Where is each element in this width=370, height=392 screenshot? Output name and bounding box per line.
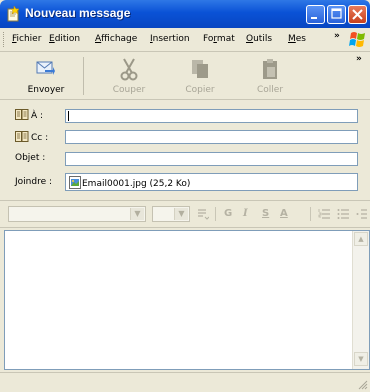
scroll-down-button[interactable]: ▼ [354, 352, 368, 366]
font-size-select[interactable]: ▼ [152, 206, 190, 222]
copy-icon [192, 60, 208, 78]
bold-button[interactable]: G [224, 208, 232, 219]
new-message-icon [7, 6, 20, 22]
new-message-window: Nouveau message Fichier Edition Affichag… [0, 0, 370, 392]
format-toolbar: ▼ ▼ G I S A [0, 200, 370, 228]
attach-label: Joindre : [15, 177, 53, 187]
paste-icon [263, 59, 277, 79]
subject-label: Objet : [15, 153, 46, 163]
cut-label: Couper [112, 85, 146, 95]
format-separator [215, 207, 216, 221]
bulleted-list-icon[interactable] [337, 208, 350, 220]
toolbar-separator [83, 57, 84, 95]
address-book-icon [15, 109, 29, 120]
to-label[interactable]: À : [15, 109, 43, 121]
menu-messages[interactable]: Mes [288, 34, 306, 44]
paste-button[interactable]: Coller [248, 55, 292, 97]
attachment-filename: Email0001.jpg (25,2 Ko) [82, 179, 191, 189]
menu-outils[interactable]: Outils [246, 34, 272, 44]
cc-label[interactable]: Cc : [15, 131, 48, 143]
copy-button[interactable]: Copier [178, 55, 222, 97]
menu-fichier[interactable]: Fichier [12, 34, 41, 44]
menu-grip[interactable] [3, 32, 7, 47]
format-separator [310, 207, 311, 221]
menu-edition[interactable]: Edition [49, 34, 80, 44]
menu-format[interactable]: Format [203, 34, 235, 44]
minimize-icon [311, 17, 317, 19]
subject-input[interactable] [65, 152, 358, 166]
window-title: Nouveau message [25, 6, 131, 20]
italic-button[interactable]: I [243, 208, 248, 219]
status-bar [0, 372, 370, 392]
attachment-item[interactable]: Email0001.jpg (25,2 Ko) [69, 176, 190, 189]
minimize-button[interactable] [306, 5, 325, 24]
address-book-icon [15, 131, 29, 142]
cc-input[interactable] [65, 130, 358, 144]
jpeg-file-icon [69, 176, 81, 189]
paragraph-style-icon[interactable] [197, 208, 209, 220]
scissors-icon [120, 58, 138, 81]
menu-affichage[interactable]: Affichage [95, 34, 137, 44]
menu-overflow-chevron[interactable]: » [334, 31, 340, 41]
send-label: Envoyer [27, 85, 65, 95]
chevron-down-icon: ▼ [130, 208, 144, 220]
toolbar: Envoyer Couper Copier Coller » [0, 52, 370, 100]
maximize-button[interactable] [327, 5, 346, 24]
resize-grip-icon[interactable] [358, 380, 368, 390]
copy-label: Copier [185, 85, 215, 95]
text-caret [68, 111, 69, 121]
maximize-icon [331, 8, 342, 19]
vertical-scrollbar[interactable]: ▲ ▼ [352, 231, 369, 369]
font-name-select[interactable]: ▼ [8, 206, 146, 222]
paste-label: Coller [256, 85, 284, 95]
menu-insertion[interactable]: Insertion [150, 34, 190, 44]
menu-bar: Fichier Edition Affichage Insertion Form… [0, 28, 370, 52]
numbered-list-icon[interactable] [318, 208, 331, 220]
windows-logo-icon [349, 32, 365, 47]
indent-icon[interactable] [356, 208, 368, 220]
attachment-box[interactable]: Email0001.jpg (25,2 Ko) [65, 173, 358, 191]
close-button[interactable] [348, 5, 367, 24]
font-color-button[interactable]: A [280, 208, 288, 219]
title-bar[interactable]: Nouveau message [0, 0, 370, 28]
close-icon [352, 9, 363, 20]
cut-button[interactable]: Couper [106, 55, 152, 97]
underline-button[interactable]: S [262, 208, 269, 219]
toolbar-overflow-chevron[interactable]: » [356, 54, 362, 64]
scroll-up-button[interactable]: ▲ [354, 232, 368, 246]
message-body[interactable]: ▲ ▼ [4, 230, 370, 370]
send-icon [36, 61, 55, 75]
chevron-down-icon: ▼ [174, 208, 188, 220]
send-button[interactable]: Envoyer [20, 55, 72, 97]
to-input[interactable] [65, 109, 358, 123]
